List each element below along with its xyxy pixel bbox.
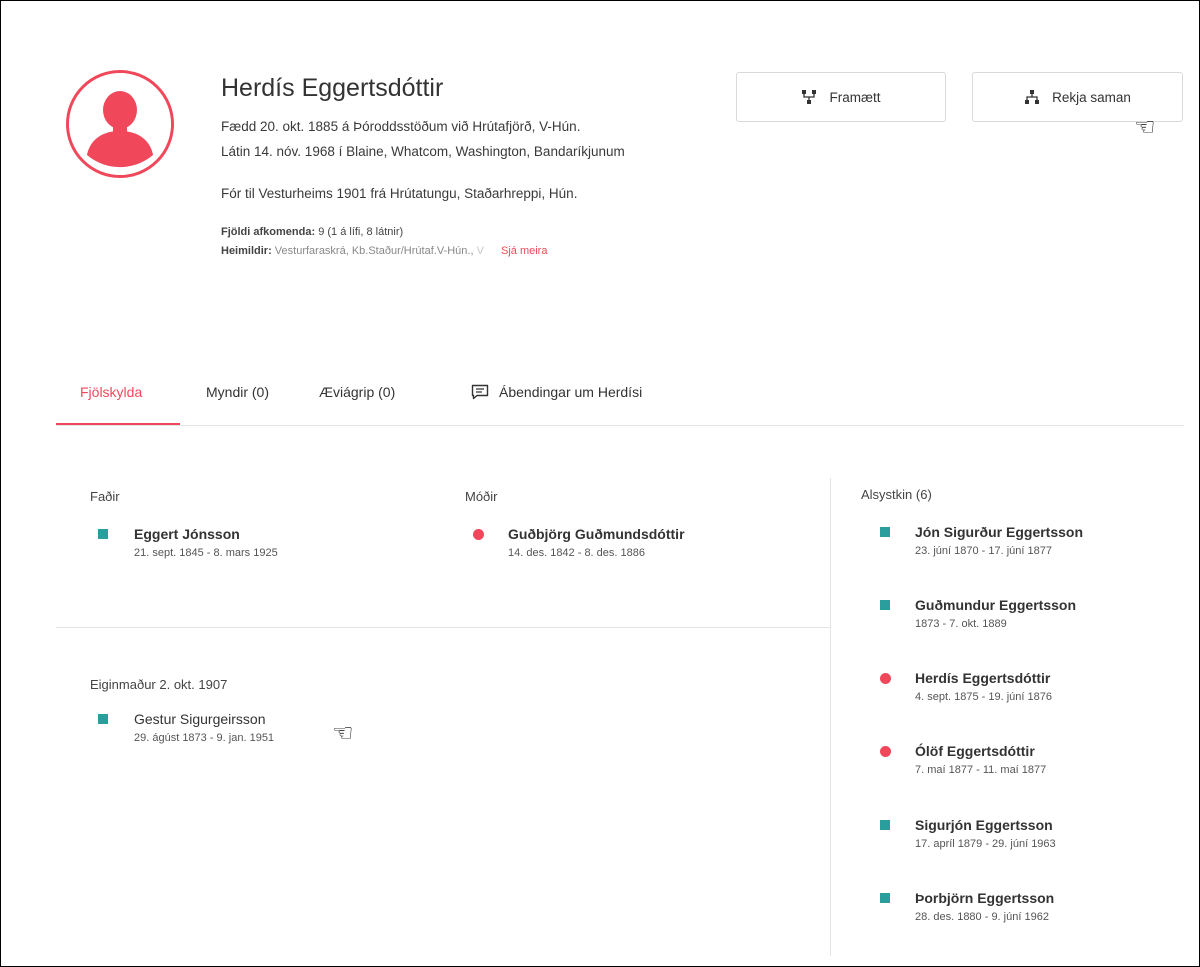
birth-info: Fædd 20. okt. 1885 á Þóroddsstöðum við H… xyxy=(221,119,581,134)
male-marker xyxy=(880,600,890,610)
person-icon xyxy=(69,73,171,175)
relate-button-label: Rekja saman xyxy=(1052,89,1131,105)
male-marker xyxy=(880,893,890,903)
female-marker xyxy=(880,746,891,757)
sources-fade: V xyxy=(473,245,484,257)
sibling-name[interactable]: Ólöf Eggertsdóttir xyxy=(915,743,1046,759)
sibling-name[interactable]: Sigurjón Eggertsson xyxy=(915,817,1056,833)
father-entry[interactable]: Eggert Jónsson 21. sept. 1845 - 8. mars … xyxy=(134,526,278,559)
descendants-value: 9 (1 á lífi, 8 látnir) xyxy=(318,226,404,238)
tab-biography[interactable]: Æviágrip (0) xyxy=(319,384,395,400)
column-divider xyxy=(830,478,831,956)
mother-label: Móðir xyxy=(465,489,498,504)
sibling-dates: 4. sept. 1875 - 19. júní 1876 xyxy=(915,691,1052,703)
sibling-dates: 17. apríl 1879 - 29. júní 1963 xyxy=(915,838,1056,850)
father-label: Faðir xyxy=(90,489,120,504)
sibling-entry[interactable]: Herdís Eggertsdóttir 4. sept. 1875 - 19.… xyxy=(915,670,1052,703)
male-marker xyxy=(98,714,108,724)
tab-pictures[interactable]: Myndir (0) xyxy=(206,384,269,400)
sibling-name[interactable]: Jón Sigurður Eggertsson xyxy=(915,524,1083,540)
ancestry-tree-icon xyxy=(802,90,817,104)
sibling-entry[interactable]: Guðmundur Eggertsson 1873 - 7. okt. 1889 xyxy=(915,597,1076,630)
ancestry-button-label: Framætt xyxy=(829,89,881,105)
page-title: Herdís Eggertsdóttir xyxy=(221,74,444,102)
ancestry-button[interactable]: Framætt xyxy=(736,72,946,122)
spouse-label: Eiginmaður 2. okt. 1907 xyxy=(90,677,228,692)
descendants-label: Fjöldi afkomenda: xyxy=(221,226,316,238)
sibling-dates: 1873 - 7. okt. 1889 xyxy=(915,618,1007,630)
tab-suggestions[interactable]: Ábendingar um Herdísi xyxy=(471,384,642,400)
male-marker xyxy=(880,527,890,537)
spouse-dates: 29. ágúst 1873 - 9. jan. 1951 xyxy=(134,732,275,744)
spouse-entry[interactable]: Gestur Sigurgeirsson 29. ágúst 1873 - 9.… xyxy=(134,711,274,744)
sibling-name[interactable]: Herdís Eggertsdóttir xyxy=(915,670,1052,686)
female-marker xyxy=(473,529,484,540)
see-more-link[interactable]: Sjá meira xyxy=(501,245,547,257)
sources-info: Heimildir: Vesturfaraskrá, Kb.Staður/Hrú… xyxy=(221,245,547,257)
sibling-entry[interactable]: Jón Sigurður Eggertsson 23. júní 1870 - … xyxy=(915,524,1083,557)
section-divider xyxy=(56,627,830,628)
sibling-dates: 23. júní 1870 - 17. júní 1877 xyxy=(915,545,1052,557)
male-marker xyxy=(98,529,108,539)
father-dates: 21. sept. 1845 - 8. mars 1925 xyxy=(134,547,278,559)
active-tab-indicator xyxy=(56,423,180,425)
pointing-hand-cursor-icon: ☜ xyxy=(1134,114,1156,141)
comment-icon xyxy=(471,384,489,400)
tab-suggestions-label: Ábendingar um Herdísi xyxy=(499,384,643,400)
father-name[interactable]: Eggert Jónsson xyxy=(134,526,278,542)
sibling-name[interactable]: Þorbjörn Eggertsson xyxy=(915,890,1054,906)
sibling-entry[interactable]: Þorbjörn Eggertsson 28. des. 1880 - 9. j… xyxy=(915,890,1054,923)
death-info: Látin 14. nóv. 1968 í Blaine, Whatcom, W… xyxy=(221,144,625,159)
avatar xyxy=(66,70,174,178)
sibling-dates: 28. des. 1880 - 9. júní 1962 xyxy=(915,911,1049,923)
sources-value: Vesturfaraskrá, Kb.Staður/Hrútaf.V-Hún., xyxy=(274,245,474,257)
siblings-label: Alsystkin (6) xyxy=(861,487,932,502)
sibling-entry[interactable]: Ólöf Eggertsdóttir 7. maí 1877 - 11. maí… xyxy=(915,743,1046,776)
sibling-entry[interactable]: Sigurjón Eggertsson 17. apríl 1879 - 29.… xyxy=(915,817,1056,850)
sibling-dates: 7. maí 1877 - 11. maí 1877 xyxy=(915,764,1047,776)
mother-name[interactable]: Guðbjörg Guðmundsdóttir xyxy=(508,526,685,542)
pointing-hand-cursor-icon: ☜ xyxy=(332,720,354,747)
tab-family[interactable]: Fjölskylda xyxy=(80,384,142,400)
female-marker xyxy=(880,673,891,684)
sources-label: Heimildir: xyxy=(221,245,272,257)
mother-entry[interactable]: Guðbjörg Guðmundsdóttir 14. des. 1842 - … xyxy=(508,526,685,559)
descendants-info: Fjöldi afkomenda: 9 (1 á lífi, 8 látnir) xyxy=(221,226,403,238)
male-marker xyxy=(880,820,890,830)
relationship-tree-icon xyxy=(1025,90,1040,104)
tabs-divider xyxy=(56,425,1184,426)
mother-dates: 14. des. 1842 - 8. des. 1886 xyxy=(508,547,645,559)
spouse-name[interactable]: Gestur Sigurgeirsson xyxy=(134,711,274,727)
sibling-name[interactable]: Guðmundur Eggertsson xyxy=(915,597,1076,613)
emigration-info: Fór til Vesturheims 1901 frá Hrútatungu,… xyxy=(221,186,578,201)
